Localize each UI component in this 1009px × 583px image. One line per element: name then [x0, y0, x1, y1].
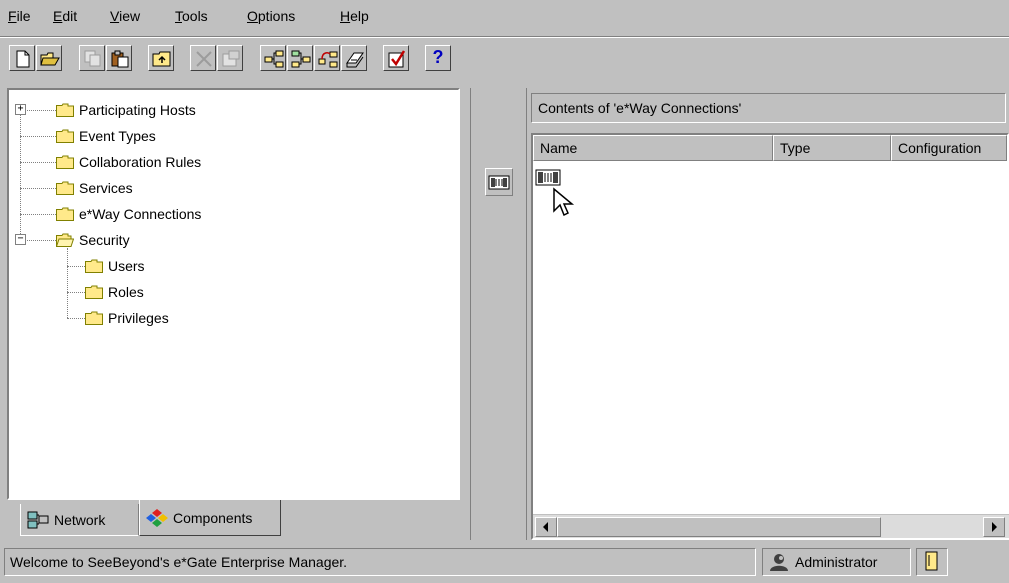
eway-connection-palette-button[interactable] [485, 168, 513, 196]
scroll-left-button[interactable] [535, 517, 557, 537]
paste-icon [111, 50, 129, 68]
edit-button[interactable] [341, 45, 367, 71]
tree-item-eway-connections[interactable]: e*Way Connections [56, 204, 201, 224]
scroll-right-button[interactable] [983, 517, 1005, 537]
tree-item-security[interactable]: Security [55, 230, 130, 250]
menu-edit[interactable]: Edit [53, 8, 77, 24]
check-button[interactable] [383, 45, 409, 71]
connection-status-icon [925, 551, 938, 571]
delete-icon [196, 51, 212, 67]
tab-network[interactable]: Network [20, 504, 139, 536]
new-component-button[interactable] [260, 45, 286, 71]
toolbar: ? [0, 36, 1009, 82]
copy-button[interactable] [79, 45, 105, 71]
folder-icon [56, 129, 74, 143]
check-icon [388, 50, 406, 68]
new-child-component-button[interactable] [287, 45, 313, 71]
properties-icon [222, 50, 240, 67]
collapse-security[interactable]: − [15, 234, 26, 245]
arrow-right-icon [992, 522, 997, 532]
properties-button[interactable] [217, 45, 243, 71]
folder-icon [56, 155, 74, 169]
status-bar: Welcome to SeeBeyond's e*Gate Enterprise… [0, 545, 1009, 583]
collaboration-icon [318, 51, 338, 68]
menu-tools[interactable]: Tools [175, 8, 208, 24]
menu-options[interactable]: Options [247, 8, 295, 24]
contents-header: Contents of 'e*Way Connections' [531, 93, 1006, 123]
list-item[interactable] [535, 167, 563, 189]
menu-view[interactable]: View [110, 8, 140, 24]
status-message: Welcome to SeeBeyond's e*Gate Enterprise… [4, 548, 756, 576]
menu-file[interactable]: File [8, 8, 31, 24]
status-user: Administrator [762, 548, 911, 576]
open-button[interactable] [36, 45, 62, 71]
column-header-configuration[interactable]: Configuration [891, 135, 1007, 161]
components-icon [146, 508, 168, 527]
expand-participating-hosts[interactable]: + [15, 104, 26, 115]
component-tree[interactable]: + − Participating Hosts Event Types Coll… [7, 88, 460, 500]
open-folder-icon [55, 233, 75, 247]
menu-help[interactable]: Help [340, 8, 369, 24]
help-button[interactable]: ? [425, 45, 451, 71]
folder-icon [85, 259, 103, 273]
tab-components[interactable]: Components [139, 500, 281, 536]
up-level-button[interactable] [148, 45, 174, 71]
new-child-component-icon [291, 50, 311, 68]
edit-icon [346, 52, 364, 68]
new-document-icon [16, 50, 30, 68]
mouse-cursor-icon [553, 187, 575, 217]
help-icon: ? [432, 47, 444, 67]
folder-icon [85, 285, 103, 299]
folder-icon [56, 181, 74, 195]
tree-item-roles[interactable]: Roles [85, 282, 144, 302]
open-folder-icon [40, 52, 60, 66]
tree-item-services[interactable]: Services [56, 178, 133, 198]
arrow-left-icon [543, 522, 548, 532]
copy-icon [84, 50, 101, 67]
delete-button[interactable] [190, 45, 216, 71]
column-header-type[interactable]: Type [773, 135, 891, 161]
eway-connection-icon [535, 169, 561, 186]
new-button[interactable] [9, 45, 35, 71]
contents-list-view[interactable]: Name Type Configuration [531, 133, 1009, 540]
column-header-name[interactable]: Name [533, 135, 773, 161]
folder-icon [56, 207, 74, 221]
status-connection [916, 548, 948, 576]
eway-connection-icon [488, 175, 510, 190]
tab-strip: Network Components [7, 500, 460, 540]
paste-button[interactable] [106, 45, 132, 71]
tree-item-collaboration-rules[interactable]: Collaboration Rules [56, 152, 201, 172]
component-palette [470, 88, 527, 540]
folder-icon [85, 311, 103, 325]
up-one-level-icon [152, 51, 171, 67]
menu-bar: File Edit View Tools Options Help [0, 0, 1009, 32]
tree-item-event-types[interactable]: Event Types [56, 126, 156, 146]
new-component-icon [264, 50, 284, 68]
tree-item-privileges[interactable]: Privileges [85, 308, 169, 328]
tree-item-users[interactable]: Users [85, 256, 145, 276]
horizontal-scrollbar[interactable] [533, 514, 1009, 538]
collaboration-button[interactable] [314, 45, 340, 71]
scrollbar-thumb[interactable] [557, 517, 881, 537]
network-icon [27, 511, 49, 528]
user-icon [770, 554, 788, 571]
tree-item-participating-hosts[interactable]: Participating Hosts [56, 100, 196, 120]
folder-icon [56, 103, 74, 117]
